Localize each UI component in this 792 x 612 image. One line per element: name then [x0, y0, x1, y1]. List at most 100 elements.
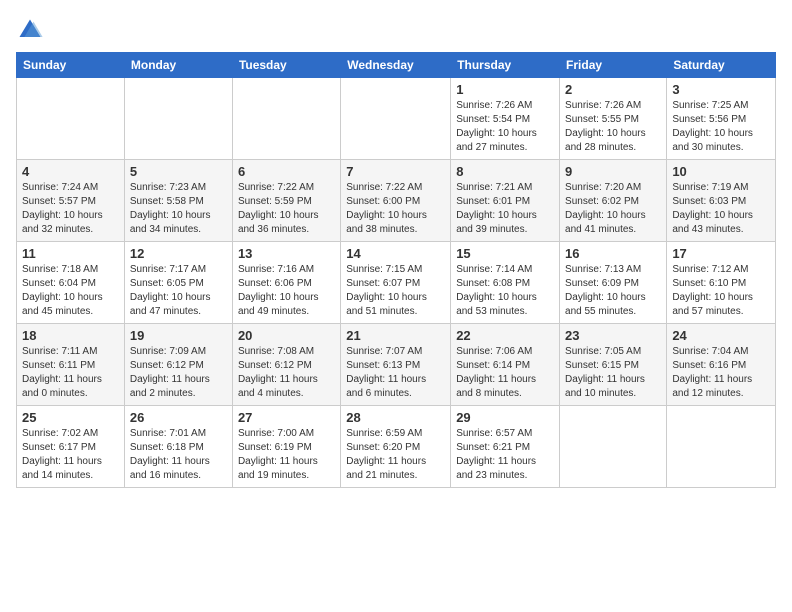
- day-number: 18: [22, 328, 119, 343]
- calendar-cell: 3 Sunrise: 7:25 AM Sunset: 5:56 PM Daylig…: [667, 78, 776, 160]
- calendar-cell: [17, 78, 125, 160]
- day-number: 6: [238, 164, 335, 179]
- calendar-cell: 1 Sunrise: 7:26 AM Sunset: 5:54 PM Daylig…: [451, 78, 560, 160]
- day-number: 3: [672, 82, 770, 97]
- calendar-cell: 21 Sunrise: 7:07 AM Sunset: 6:13 PM Dayli…: [341, 324, 451, 406]
- day-number: 16: [565, 246, 661, 261]
- logo-icon: [16, 16, 44, 44]
- calendar-cell: 17 Sunrise: 7:12 AM Sunset: 6:10 PM Dayli…: [667, 242, 776, 324]
- day-info: Sunrise: 7:12 AM Sunset: 6:10 PM Dayligh…: [672, 263, 770, 319]
- day-number: 26: [130, 410, 227, 425]
- day-info: Sunrise: 7:11 AM Sunset: 6:11 PM Dayligh…: [22, 345, 119, 401]
- calendar-cell: 4 Sunrise: 7:24 AM Sunset: 5:57 PM Daylig…: [17, 160, 125, 242]
- day-info: Sunrise: 7:08 AM Sunset: 6:12 PM Dayligh…: [238, 345, 335, 401]
- calendar-cell: 12 Sunrise: 7:17 AM Sunset: 6:05 PM Dayli…: [124, 242, 232, 324]
- calendar-cell: 13 Sunrise: 7:16 AM Sunset: 6:06 PM Dayli…: [232, 242, 340, 324]
- day-info: Sunrise: 7:07 AM Sunset: 6:13 PM Dayligh…: [346, 345, 445, 401]
- page-header: [16, 16, 776, 44]
- day-number: 24: [672, 328, 770, 343]
- day-info: Sunrise: 6:57 AM Sunset: 6:21 PM Dayligh…: [456, 427, 554, 483]
- dow-header-sunday: Sunday: [17, 53, 125, 78]
- day-number: 22: [456, 328, 554, 343]
- calendar-cell: [232, 78, 340, 160]
- calendar-cell: 20 Sunrise: 7:08 AM Sunset: 6:12 PM Dayli…: [232, 324, 340, 406]
- calendar-cell: [124, 78, 232, 160]
- day-info: Sunrise: 7:15 AM Sunset: 6:07 PM Dayligh…: [346, 263, 445, 319]
- day-info: Sunrise: 7:01 AM Sunset: 6:18 PM Dayligh…: [130, 427, 227, 483]
- day-number: 4: [22, 164, 119, 179]
- calendar-cell: 6 Sunrise: 7:22 AM Sunset: 5:59 PM Daylig…: [232, 160, 340, 242]
- calendar-cell: 5 Sunrise: 7:23 AM Sunset: 5:58 PM Daylig…: [124, 160, 232, 242]
- day-info: Sunrise: 7:04 AM Sunset: 6:16 PM Dayligh…: [672, 345, 770, 401]
- logo: [16, 16, 48, 44]
- calendar-cell: 14 Sunrise: 7:15 AM Sunset: 6:07 PM Dayli…: [341, 242, 451, 324]
- day-info: Sunrise: 7:06 AM Sunset: 6:14 PM Dayligh…: [456, 345, 554, 401]
- dow-header-wednesday: Wednesday: [341, 53, 451, 78]
- day-number: 17: [672, 246, 770, 261]
- dow-header-saturday: Saturday: [667, 53, 776, 78]
- calendar-cell: [560, 406, 667, 488]
- day-number: 21: [346, 328, 445, 343]
- calendar-cell: 29 Sunrise: 6:57 AM Sunset: 6:21 PM Dayli…: [451, 406, 560, 488]
- day-info: Sunrise: 7:26 AM Sunset: 5:55 PM Dayligh…: [565, 99, 661, 155]
- calendar-cell: 28 Sunrise: 6:59 AM Sunset: 6:20 PM Dayli…: [341, 406, 451, 488]
- calendar-cell: 9 Sunrise: 7:20 AM Sunset: 6:02 PM Daylig…: [560, 160, 667, 242]
- day-info: Sunrise: 7:23 AM Sunset: 5:58 PM Dayligh…: [130, 181, 227, 237]
- calendar-cell: 27 Sunrise: 7:00 AM Sunset: 6:19 PM Dayli…: [232, 406, 340, 488]
- day-info: Sunrise: 7:26 AM Sunset: 5:54 PM Dayligh…: [456, 99, 554, 155]
- calendar-cell: 26 Sunrise: 7:01 AM Sunset: 6:18 PM Dayli…: [124, 406, 232, 488]
- calendar-cell: [667, 406, 776, 488]
- calendar-cell: [341, 78, 451, 160]
- day-info: Sunrise: 7:25 AM Sunset: 5:56 PM Dayligh…: [672, 99, 770, 155]
- dow-header-monday: Monday: [124, 53, 232, 78]
- calendar-cell: 7 Sunrise: 7:22 AM Sunset: 6:00 PM Daylig…: [341, 160, 451, 242]
- day-info: Sunrise: 7:00 AM Sunset: 6:19 PM Dayligh…: [238, 427, 335, 483]
- day-info: Sunrise: 7:17 AM Sunset: 6:05 PM Dayligh…: [130, 263, 227, 319]
- day-info: Sunrise: 7:14 AM Sunset: 6:08 PM Dayligh…: [456, 263, 554, 319]
- calendar-cell: 10 Sunrise: 7:19 AM Sunset: 6:03 PM Dayli…: [667, 160, 776, 242]
- day-info: Sunrise: 7:24 AM Sunset: 5:57 PM Dayligh…: [22, 181, 119, 237]
- day-number: 11: [22, 246, 119, 261]
- day-number: 29: [456, 410, 554, 425]
- calendar-table: SundayMondayTuesdayWednesdayThursdayFrid…: [16, 52, 776, 488]
- calendar-cell: 25 Sunrise: 7:02 AM Sunset: 6:17 PM Dayli…: [17, 406, 125, 488]
- day-info: Sunrise: 7:16 AM Sunset: 6:06 PM Dayligh…: [238, 263, 335, 319]
- calendar-cell: 15 Sunrise: 7:14 AM Sunset: 6:08 PM Dayli…: [451, 242, 560, 324]
- day-number: 10: [672, 164, 770, 179]
- day-number: 27: [238, 410, 335, 425]
- dow-header-thursday: Thursday: [451, 53, 560, 78]
- day-number: 7: [346, 164, 445, 179]
- day-info: Sunrise: 7:20 AM Sunset: 6:02 PM Dayligh…: [565, 181, 661, 237]
- day-info: Sunrise: 7:09 AM Sunset: 6:12 PM Dayligh…: [130, 345, 227, 401]
- day-info: Sunrise: 7:02 AM Sunset: 6:17 PM Dayligh…: [22, 427, 119, 483]
- day-number: 19: [130, 328, 227, 343]
- calendar-cell: 23Sunrise: 7:05 AM Sunset: 6:15 PM Dayli…: [560, 324, 667, 406]
- day-number: 12: [130, 246, 227, 261]
- calendar-cell: 8 Sunrise: 7:21 AM Sunset: 6:01 PM Daylig…: [451, 160, 560, 242]
- day-number: 14: [346, 246, 445, 261]
- day-number: 5: [130, 164, 227, 179]
- dow-header-friday: Friday: [560, 53, 667, 78]
- day-number: 9: [565, 164, 661, 179]
- day-number: 8: [456, 164, 554, 179]
- day-info: Sunrise: 7:22 AM Sunset: 6:00 PM Dayligh…: [346, 181, 445, 237]
- day-info: Sunrise: 7:19 AM Sunset: 6:03 PM Dayligh…: [672, 181, 770, 237]
- day-number: 2: [565, 82, 661, 97]
- day-number: 23: [565, 328, 661, 343]
- calendar-cell: 11 Sunrise: 7:18 AM Sunset: 6:04 PM Dayli…: [17, 242, 125, 324]
- calendar-cell: 22 Sunrise: 7:06 AM Sunset: 6:14 PM Dayli…: [451, 324, 560, 406]
- day-info: Sunrise: 7:13 AM Sunset: 6:09 PM Dayligh…: [565, 263, 661, 319]
- day-number: 20: [238, 328, 335, 343]
- day-info: Sunrise: 7:18 AM Sunset: 6:04 PM Dayligh…: [22, 263, 119, 319]
- day-number: 15: [456, 246, 554, 261]
- day-number: 1: [456, 82, 554, 97]
- day-info: Sunrise: 7:22 AM Sunset: 5:59 PM Dayligh…: [238, 181, 335, 237]
- day-number: 25: [22, 410, 119, 425]
- day-info: Sunrise: 6:59 AM Sunset: 6:20 PM Dayligh…: [346, 427, 445, 483]
- day-number: 28: [346, 410, 445, 425]
- day-number: 13: [238, 246, 335, 261]
- day-info: Sunrise: 7:21 AM Sunset: 6:01 PM Dayligh…: [456, 181, 554, 237]
- calendar-cell: 24 Sunrise: 7:04 AM Sunset: 6:16 PM Dayli…: [667, 324, 776, 406]
- dow-header-tuesday: Tuesday: [232, 53, 340, 78]
- calendar-cell: 19 Sunrise: 7:09 AM Sunset: 6:12 PM Dayli…: [124, 324, 232, 406]
